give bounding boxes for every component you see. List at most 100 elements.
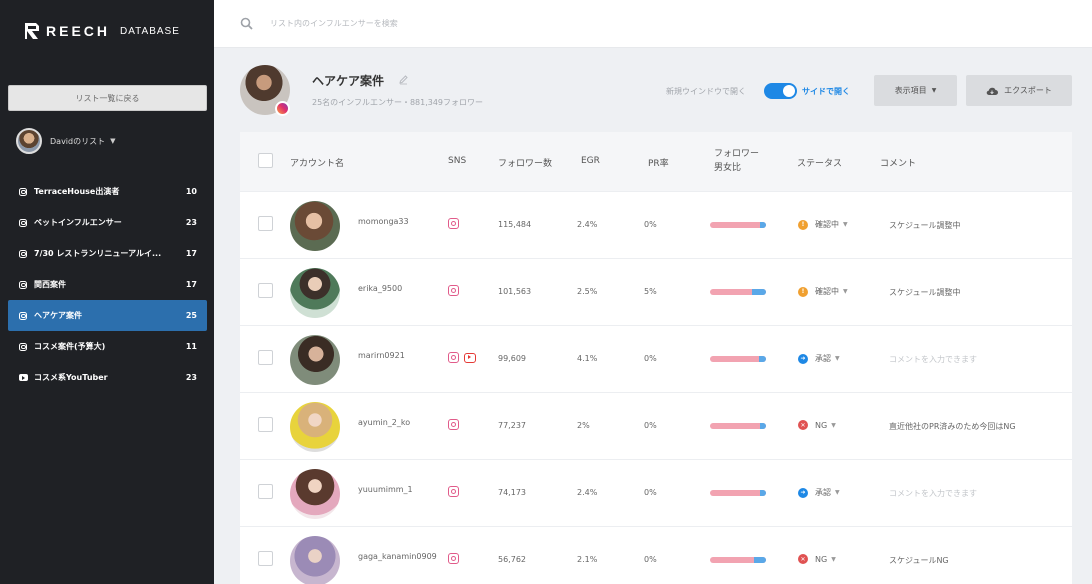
column-header-egr[interactable]: EGR [581,156,600,166]
sns-icons [448,553,464,564]
table-row[interactable]: yuuumimm_1 74,173 2.4% 0% ➜ 承認 ▼ コメントを入力できます [240,459,1072,526]
status-dropdown[interactable]: ! 確認中 ▼ [798,286,848,297]
sidebar-item-count: 23 [185,373,197,382]
table-row[interactable]: gaga_kanamin0909 56,762 2.1% 0% ✕ NG ▼ スケジュールNG [240,526,1072,584]
account-name[interactable]: erika_9500 [358,284,402,293]
open-mode-toggle[interactable] [764,83,797,99]
comment-field[interactable]: スケジュールNG [889,555,949,566]
table-row[interactable]: momonga33 115,484 2.4% 0%! 確認中 ▼ スケジュール調整中 [240,191,1072,258]
caret-down-icon: ▼ [831,421,836,429]
sidebar-item[interactable]: コスメ系YouTuber 23 [8,362,207,393]
sidebar-item[interactable]: コスメ案件(予算大) 11 [8,331,207,362]
instagram-icon [18,218,28,228]
table-row[interactable]: ayumin_2_ko 77,237 2% 0% ✕ NG ▼ 直近他社のPR済みのため今回は… [240,392,1072,459]
sidebar-item-count: 17 [185,249,197,258]
comment-field[interactable]: スケジュール調整中 [889,220,960,231]
sns-icons [448,486,464,497]
status-label: 承認 [815,354,831,363]
status-dropdown[interactable]: ➜ 承認 ▼ [798,353,840,364]
row-checkbox[interactable] [258,484,273,499]
sidebar-item-label: ペットインフルエンサー [34,218,122,227]
egr-value: 2% [577,421,590,430]
pr-rate: 0% [644,555,657,564]
status-approved-icon: ➜ [798,353,808,364]
row-checkbox[interactable] [258,417,273,432]
user-list-dropdown[interactable]: Davidのリスト ▼ [16,128,116,154]
egr-value: 4.1% [577,354,598,363]
comment-field[interactable]: スケジュール調整中 [889,287,960,298]
table-row[interactable]: erika_9500 101,563 2.5% 5%! 確認中 ▼ スケジュール調整中 [240,258,1072,325]
comment-field[interactable]: コメントを入力できます [889,488,977,499]
status-label: 承認 [815,488,831,497]
back-to-lists-button[interactable]: リスト一覧に戻る [8,85,207,111]
sidebar-item[interactable]: ペットインフルエンサー 23 [8,207,207,238]
avatar[interactable] [290,536,340,584]
sns-icons [448,352,476,363]
account-name[interactable]: ayumin_2_ko [358,418,410,427]
status-label: NG [815,554,828,564]
influencer-table: アカウント名 SNS フォロワー数 EGR PR率 フォロワー 男女比 ステータ… [240,132,1072,584]
gender-ratio-bar [710,289,766,295]
brand-logo[interactable]: REECH DATABASE [24,22,180,40]
row-checkbox[interactable] [258,551,273,566]
avatar[interactable] [290,268,340,318]
brand-sub: DATABASE [120,25,180,37]
gender-ratio-bar [710,557,766,563]
status-dropdown[interactable]: ! 確認中 ▼ [798,219,848,230]
avatar[interactable] [290,335,340,385]
gender-ratio-male [760,222,766,228]
search-input[interactable] [270,14,670,32]
sidebar-item[interactable]: TerraceHouse出演者 10 [8,176,207,207]
column-header-sns[interactable]: SNS [448,156,466,166]
export-button[interactable]: エクスポート [966,75,1072,106]
column-header-pr[interactable]: PR率 [648,156,669,169]
select-all-checkbox[interactable] [258,153,273,168]
export-label: エクスポート [1004,86,1052,95]
avatar[interactable] [290,469,340,519]
pr-rate: 0% [644,488,657,497]
sns-icons [448,285,464,296]
comment-field[interactable]: 直近他社のPR済みのため今回はNG [889,421,1016,432]
followers-count: 74,173 [498,488,526,497]
account-name[interactable]: momonga33 [358,217,409,226]
sidebar-item[interactable]: ヘアケア案件 25 [8,300,207,331]
egr-value: 2.4% [577,488,598,497]
row-checkbox[interactable] [258,350,273,365]
instagram-icon [18,280,28,290]
column-header-account[interactable]: アカウント名 [290,156,344,169]
account-name[interactable]: yuuumimm_1 [358,485,413,494]
column-header-comment[interactable]: コメント [880,156,916,169]
followers-count: 101,563 [498,287,532,296]
sns-icons [448,218,464,229]
display-items-label: 表示項目 [894,86,927,95]
status-ng-icon: ✕ [798,554,808,564]
sidebar-item[interactable]: 関西案件 17 [8,269,207,300]
avatar[interactable] [290,402,340,452]
toggle-knob [783,85,795,97]
caret-down-icon: ▼ [843,221,848,228]
column-header-gender-line2: 男女比 [714,163,742,173]
youtube-icon [464,353,476,363]
column-header-gender[interactable]: フォロワー 男女比 [714,147,759,175]
status-dropdown[interactable]: ✕ NG ▼ [798,554,836,564]
instagram-icon [448,285,459,296]
column-header-status[interactable]: ステータス [797,156,842,169]
row-checkbox[interactable] [258,283,273,298]
sidebar-item[interactable]: 7/30 レストランリニューアルイ... 17 [8,238,207,269]
followers-count: 115,484 [498,220,532,229]
edit-pencil-icon[interactable] [398,74,409,85]
account-name[interactable]: gaga_kanamin0909 [358,552,437,561]
account-name[interactable]: marirn0921 [358,351,405,360]
avatar[interactable] [290,201,340,251]
comment-field[interactable]: コメントを入力できます [889,354,977,365]
column-header-followers[interactable]: フォロワー数 [498,156,552,169]
status-ng-icon: ✕ [798,420,808,430]
status-dropdown[interactable]: ✕ NG ▼ [798,420,836,430]
sidebar-item-label: 7/30 レストランリニューアルイ... [34,249,162,258]
search-icon [240,17,253,30]
display-items-button[interactable]: 表示項目 ▼ [874,75,957,106]
row-checkbox[interactable] [258,216,273,231]
table-row[interactable]: marirn0921 99,609 4.1% 0% ➜ 承認 ▼ コメントを入力できます [240,325,1072,392]
status-dropdown[interactable]: ➜ 承認 ▼ [798,487,840,498]
list-subtitle: 25名のインフルエンサー・881,349フォロワー [312,98,484,107]
